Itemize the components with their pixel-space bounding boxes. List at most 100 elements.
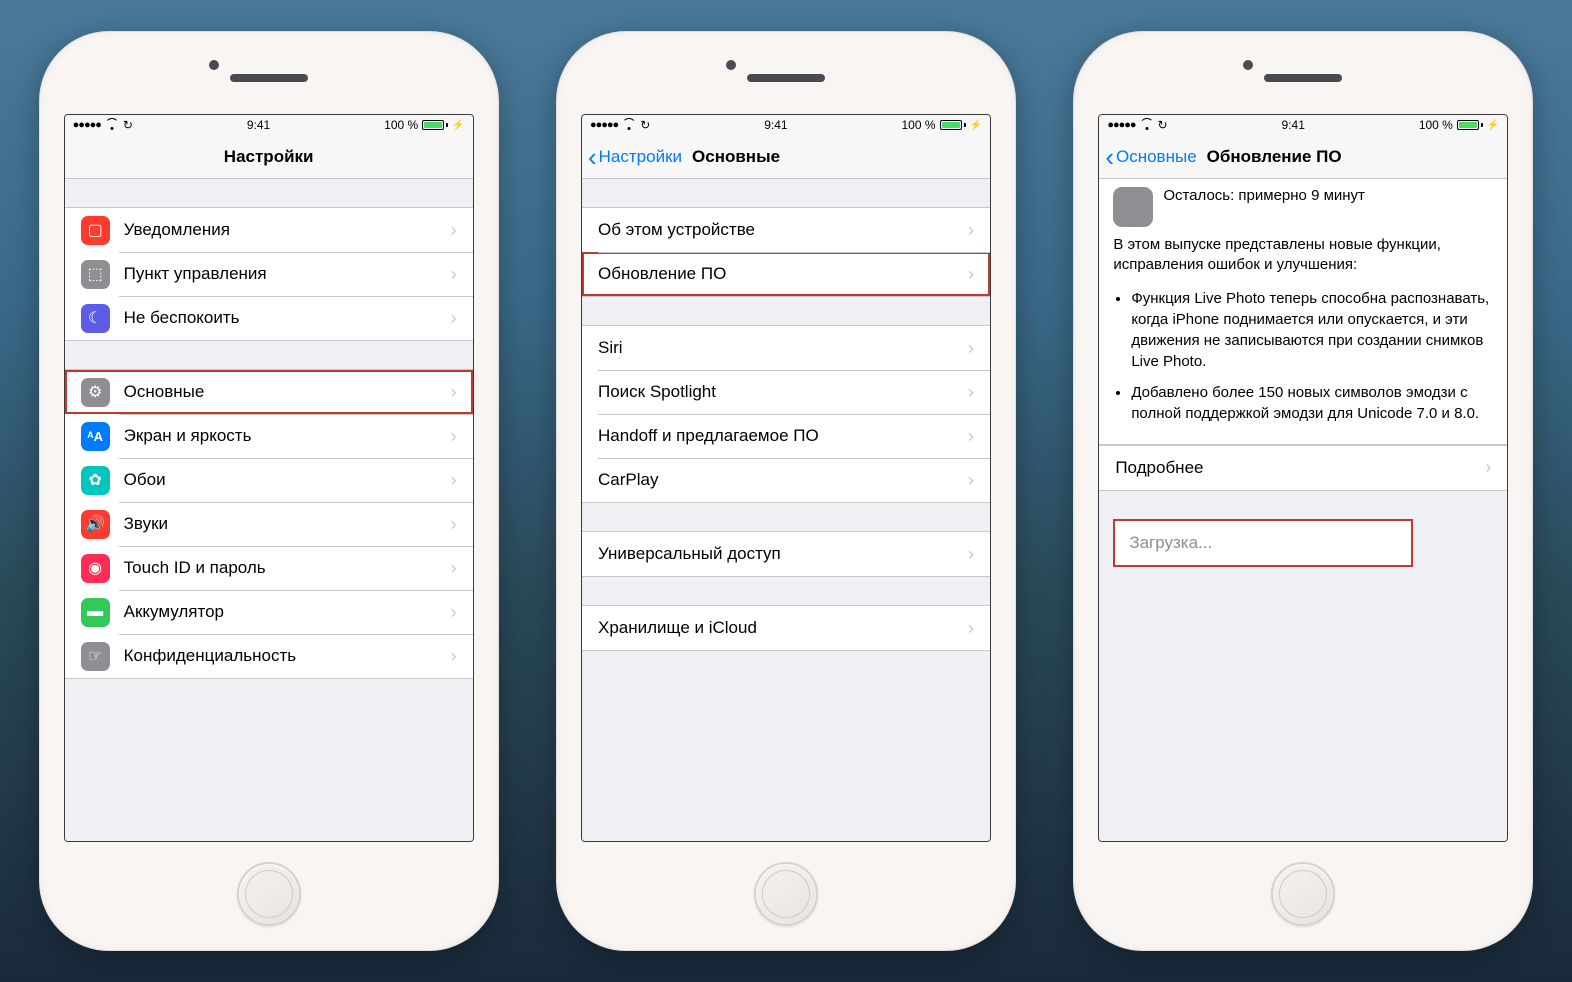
row-sounds[interactable]: 🔊 Звуки › <box>65 502 473 546</box>
chevron-right-icon: › <box>968 618 974 639</box>
settings-group-1: ▢ Уведомления › ⬚ Пункт управления › ☾ Н… <box>65 207 473 341</box>
row-touchid[interactable]: ◉ Touch ID и пароль › <box>65 546 473 590</box>
row-software-update[interactable]: Обновление ПО › <box>582 252 990 296</box>
back-label: Основные <box>1116 147 1197 167</box>
row-control-center[interactable]: ⬚ Пункт управления › <box>65 252 473 296</box>
row-general[interactable]: ⚙ Основные › <box>65 370 473 414</box>
row-carplay[interactable]: CarPlay › <box>582 458 990 502</box>
back-label: Настройки <box>599 147 682 167</box>
row-label: Handoff и предлагаемое ПО <box>598 426 968 446</box>
control-center-icon: ⬚ <box>81 260 110 289</box>
battery-pct: 100 % <box>1419 118 1453 132</box>
charging-icon: ⚡ <box>970 120 982 131</box>
wifi-icon <box>1140 120 1154 130</box>
row-storage-icloud[interactable]: Хранилище и iCloud › <box>582 606 990 650</box>
row-display[interactable]: ᴬA Экран и яркость › <box>65 414 473 458</box>
battery-pct: 100 % <box>901 118 935 132</box>
row-label: CarPlay <box>598 470 968 490</box>
chevron-right-icon: › <box>968 470 974 491</box>
chevron-left-icon: ‹ <box>588 144 597 170</box>
status-time: 9:41 <box>764 118 787 132</box>
signal-icon: ●●●●● <box>590 119 618 131</box>
row-siri[interactable]: Siri › <box>582 326 990 370</box>
chevron-right-icon: › <box>451 558 457 579</box>
general-group-2: Siri › Поиск Spotlight › Handoff и предл… <box>582 325 990 503</box>
camera-dot <box>209 60 219 70</box>
chevron-right-icon: › <box>451 470 457 491</box>
battery-row-icon: ▬ <box>81 598 110 627</box>
row-label: Siri <box>598 338 968 358</box>
phone-top <box>557 32 1015 114</box>
dnd-icon: ☾ <box>81 304 110 333</box>
row-label: Хранилище и iCloud <box>598 618 968 638</box>
content-1[interactable]: ▢ Уведомления › ⬚ Пункт управления › ☾ Н… <box>65 179 473 841</box>
chevron-left-icon: ‹ <box>1105 144 1114 170</box>
content-3[interactable]: Осталось: примерно 9 минут В этом выпуск… <box>1099 179 1507 841</box>
navbar-1: Настройки <box>65 135 473 179</box>
row-battery[interactable]: ▬ Аккумулятор › <box>65 590 473 634</box>
row-handoff[interactable]: Handoff и предлагаемое ПО › <box>582 414 990 458</box>
sync-icon: ↻ <box>123 118 133 132</box>
row-label: Звуки <box>124 514 451 534</box>
navbar-2: ‹ Настройки Основные <box>582 135 990 179</box>
chevron-right-icon: › <box>451 602 457 623</box>
row-label: Обои <box>124 470 451 490</box>
content-2[interactable]: Об этом устройстве › Обновление ПО › Sir… <box>582 179 990 841</box>
battery-icon <box>940 120 966 130</box>
row-accessibility[interactable]: Универсальный доступ › <box>582 532 990 576</box>
home-button[interactable] <box>237 862 301 926</box>
more-group: Подробнее › <box>1099 445 1507 491</box>
row-label: Универсальный доступ <box>598 544 968 564</box>
row-label: Поиск Spotlight <box>598 382 968 402</box>
row-label: Экран и яркость <box>124 426 451 446</box>
chevron-right-icon: › <box>451 220 457 241</box>
row-learn-more[interactable]: Подробнее › <box>1099 446 1507 490</box>
chevron-right-icon: › <box>968 544 974 565</box>
sync-icon: ↻ <box>640 118 650 132</box>
back-button[interactable]: ‹ Настройки <box>582 144 688 170</box>
time-remaining: Осталось: примерно 9 минут <box>1163 187 1365 204</box>
status-bar: ●●●●● ↻ 9:41 100 % ⚡ <box>582 115 990 135</box>
phone-top <box>1074 32 1532 114</box>
chevron-right-icon: › <box>451 426 457 447</box>
home-button[interactable] <box>754 862 818 926</box>
notifications-icon: ▢ <box>81 216 110 245</box>
page-title: Настройки <box>65 147 473 167</box>
row-notifications[interactable]: ▢ Уведомления › <box>65 208 473 252</box>
wallpaper-icon: ✿ <box>81 466 110 495</box>
battery-icon <box>1457 120 1483 130</box>
phone-2: ●●●●● ↻ 9:41 100 % ⚡ ‹ Настройки Основны… <box>556 31 1016 951</box>
release-note-item: Функция Live Photo теперь способна распо… <box>1131 288 1493 372</box>
row-dnd[interactable]: ☾ Не беспокоить › <box>65 296 473 340</box>
row-spotlight[interactable]: Поиск Spotlight › <box>582 370 990 414</box>
signal-icon: ●●●●● <box>1107 119 1135 131</box>
row-label: Не беспокоить <box>124 308 451 328</box>
wifi-icon <box>105 120 119 130</box>
chevron-right-icon: › <box>451 382 457 403</box>
display-icon: ᴬA <box>81 422 110 451</box>
release-notes-list: Функция Live Photo теперь способна распо… <box>1113 288 1493 424</box>
general-icon: ⚙ <box>81 378 110 407</box>
chevron-right-icon: › <box>968 264 974 285</box>
home-button[interactable] <box>1271 862 1335 926</box>
settings-group-2: ⚙ Основные › ᴬA Экран и яркость › ✿ Обои… <box>65 369 473 679</box>
screen-3: ●●●●● ↻ 9:41 100 % ⚡ ‹ Основные Обновлен… <box>1098 114 1508 842</box>
chevron-right-icon: › <box>1485 457 1491 478</box>
chevron-right-icon: › <box>968 382 974 403</box>
phone-top <box>40 32 498 114</box>
status-bar: ●●●●● ↻ 9:41 100 % ⚡ <box>65 115 473 135</box>
row-wallpaper[interactable]: ✿ Обои › <box>65 458 473 502</box>
phone-1: ●●●●● ↻ 9:41 100 % ⚡ Настройки ▢ Уведомл… <box>39 31 499 951</box>
chevron-right-icon: › <box>968 220 974 241</box>
back-button[interactable]: ‹ Основные <box>1099 144 1202 170</box>
chevron-right-icon: › <box>451 514 457 535</box>
navbar-3: ‹ Основные Обновление ПО <box>1099 135 1507 179</box>
chevron-right-icon: › <box>451 264 457 285</box>
screen-1: ●●●●● ↻ 9:41 100 % ⚡ Настройки ▢ Уведомл… <box>64 114 474 842</box>
chevron-right-icon: › <box>451 646 457 667</box>
screen-2: ●●●●● ↻ 9:41 100 % ⚡ ‹ Настройки Основны… <box>581 114 991 842</box>
row-about[interactable]: Об этом устройстве › <box>582 208 990 252</box>
row-privacy[interactable]: ☞ Конфиденциальность › <box>65 634 473 678</box>
download-section: Загрузка... <box>1099 519 1507 567</box>
battery-pct: 100 % <box>384 118 418 132</box>
